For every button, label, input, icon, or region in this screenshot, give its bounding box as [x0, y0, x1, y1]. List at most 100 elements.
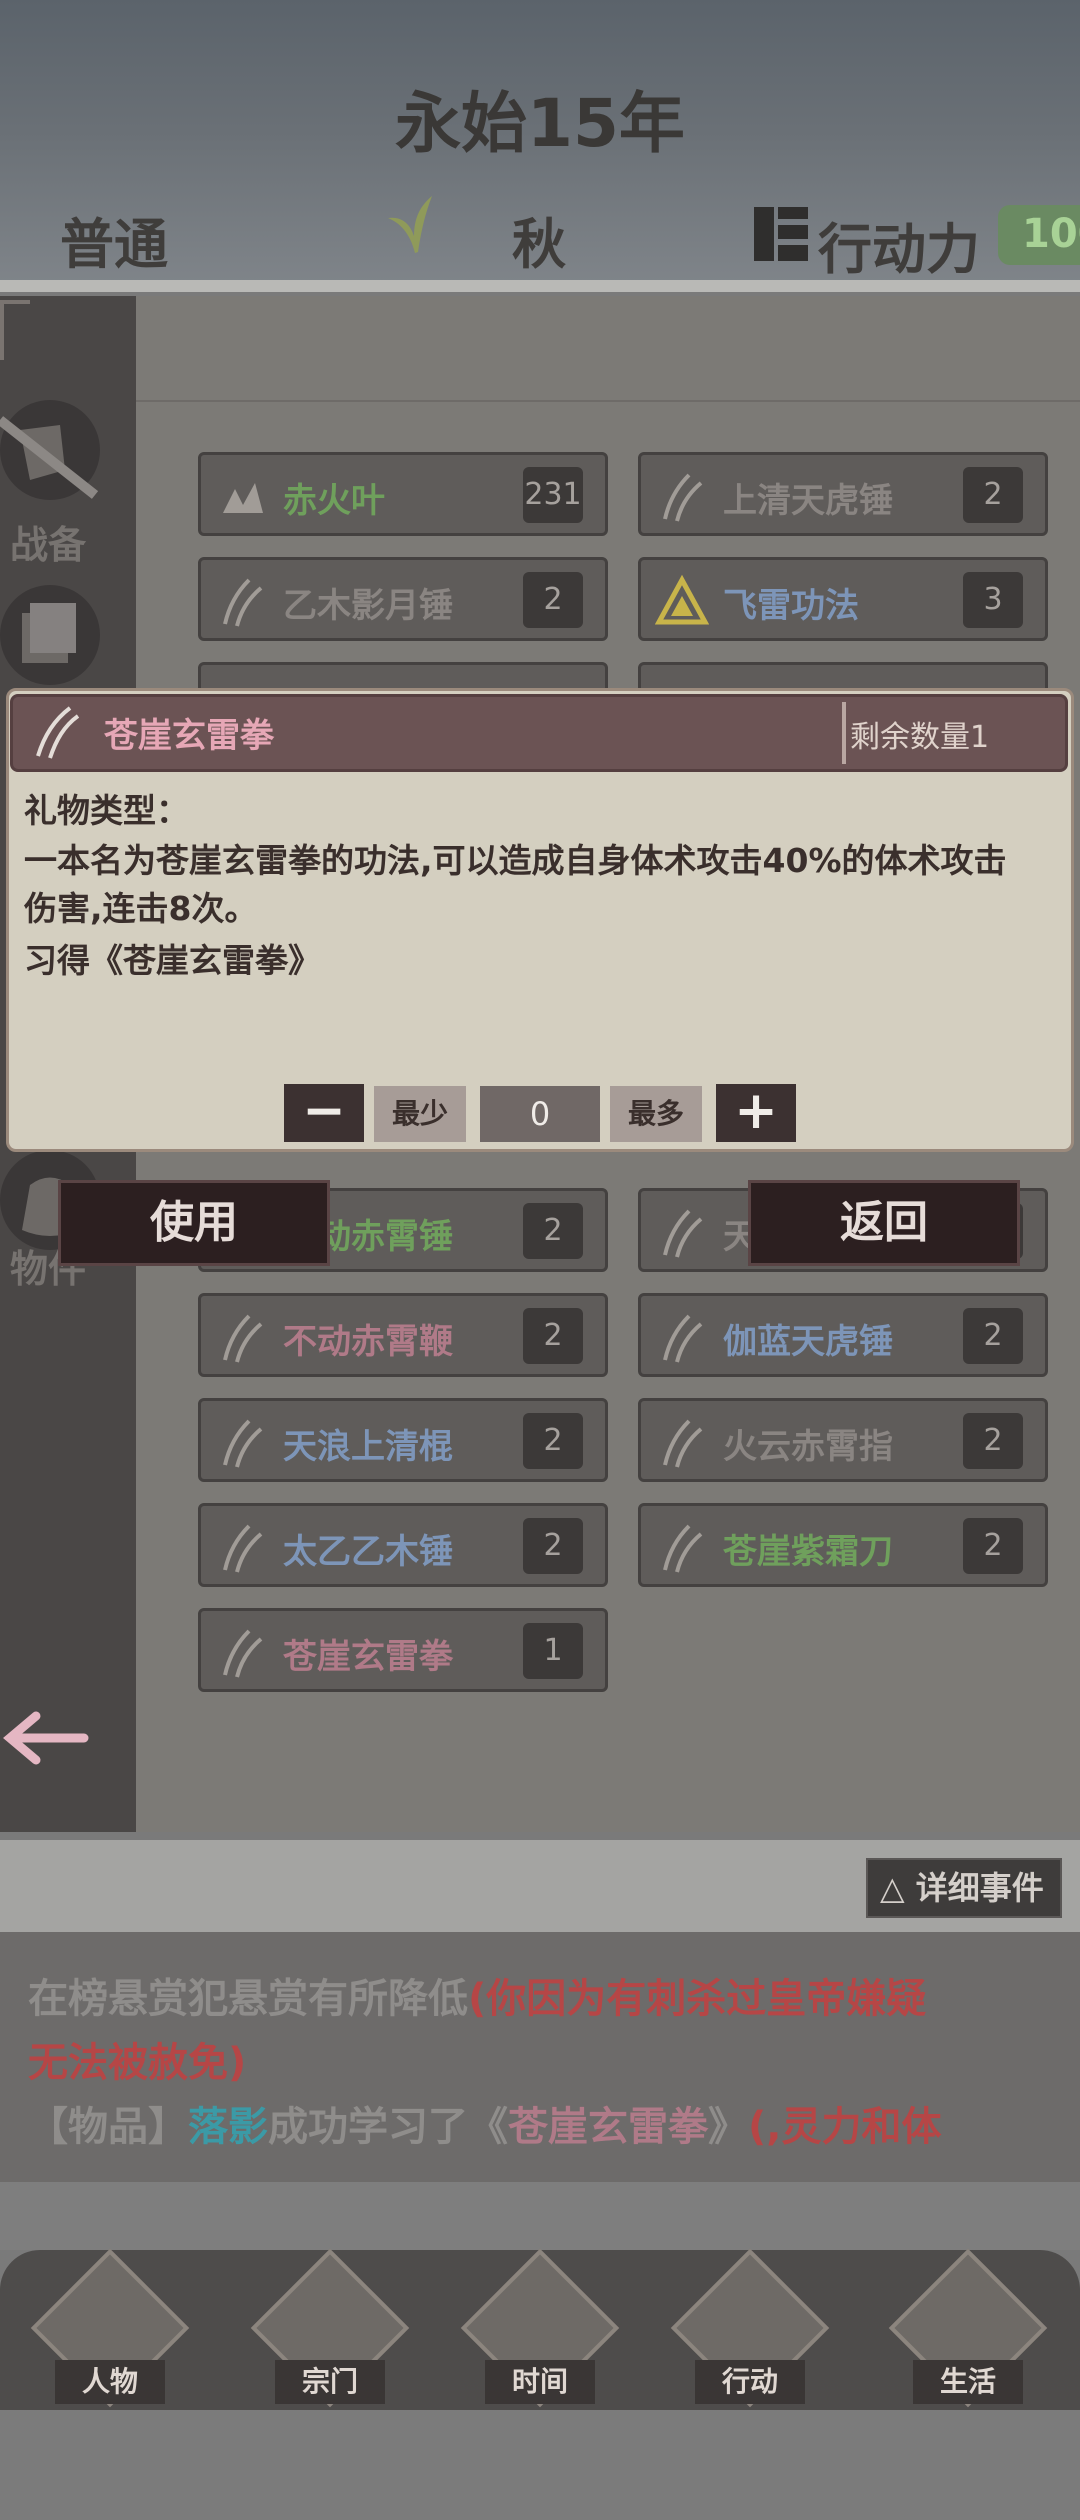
- claw-mark-icon: [655, 1310, 709, 1364]
- bottom-nav-person[interactable]: 人物: [30, 2248, 190, 2412]
- bottom-nav-label: 时间: [485, 2360, 595, 2404]
- log-text: 在榜悬赏犯悬赏有所降低: [28, 1976, 468, 2022]
- item-name: 伽蓝天虎锤: [723, 1322, 893, 1362]
- item-name: 天浪上清棍: [283, 1427, 453, 1467]
- nav-item-cards[interactable]: [0, 585, 100, 685]
- item-slot[interactable]: 乙木影月锤 2: [198, 557, 608, 641]
- nav-corner-ornament: [0, 300, 30, 360]
- item-count: 2: [963, 1413, 1023, 1469]
- claw-mark-icon: [215, 574, 269, 628]
- bottom-nav-incense[interactable]: 时间: [460, 2248, 620, 2412]
- claw-mark-icon: [215, 1520, 269, 1574]
- nav-item-equipment[interactable]: [0, 400, 100, 500]
- item-slot[interactable]: 太乙乙木锤 2: [198, 1503, 608, 1587]
- claw-mark-icon: [215, 1310, 269, 1364]
- dialog-title: 苍崖玄雷拳: [104, 716, 274, 756]
- back-button[interactable]: 返回: [748, 1180, 1020, 1266]
- item-name: 乙木影月锤: [283, 586, 453, 626]
- claw-mark-icon: [215, 1415, 269, 1469]
- bottom-nav-label: 宗门: [275, 2360, 385, 2404]
- claw-mark-icon: [36, 706, 80, 759]
- item-count: 2: [523, 1203, 583, 1259]
- events-gap: [0, 2182, 1080, 2250]
- claw-mark-icon: [655, 469, 709, 523]
- log-text: 》: [708, 2104, 748, 2150]
- item-slot[interactable]: 苍崖玄雷拳 1: [198, 1608, 608, 1692]
- quantity-field[interactable]: 0: [480, 1086, 600, 1142]
- item-count: 2: [523, 1413, 583, 1469]
- season-leaf-icon: [388, 196, 432, 253]
- bottom-nav-label: 人物: [55, 2360, 165, 2404]
- log-warning-text: (你因为有刺杀过皇帝嫌疑: [468, 1976, 927, 2022]
- log-line-1: 在榜悬赏犯悬赏有所降低(你因为有刺杀过皇帝嫌疑: [28, 1966, 926, 2024]
- log-character: 落影: [188, 2104, 268, 2150]
- header-divider: [0, 280, 1080, 292]
- item-name: 苍崖紫霜刀: [723, 1532, 893, 1572]
- sword-shield-icon: [0, 416, 99, 499]
- log-warning-text: (,灵力和体: [748, 2104, 942, 2150]
- claw-mark-icon: [655, 1415, 709, 1469]
- increase-button[interactable]: +: [716, 1084, 796, 1142]
- item-name: 太乙乙木锤: [283, 1532, 453, 1572]
- claw-mark-icon: [215, 1625, 269, 1679]
- item-slot[interactable]: 上清天虎锤 2: [638, 452, 1048, 536]
- item-name: 上清天虎锤: [723, 481, 893, 521]
- warning-triangle-icon: [654, 574, 710, 628]
- item-slot[interactable]: 飞雷功法 3: [638, 557, 1048, 641]
- bottom-nav-label: 生活: [913, 2360, 1023, 2404]
- back-arrow-icon[interactable]: [0, 1708, 90, 1768]
- detail-events-button[interactable]: △ 详细事件: [866, 1858, 1062, 1918]
- effect-text: 习得《苍崖玄雷拳》: [24, 941, 321, 980]
- item-name: 赤火叶: [283, 481, 385, 521]
- use-button[interactable]: 使用: [58, 1180, 330, 1266]
- bottom-base: [0, 2410, 1080, 2520]
- item-count: 2: [963, 1518, 1023, 1574]
- bottom-nav-gate[interactable]: 宗门: [250, 2248, 410, 2412]
- cards-icon: [22, 603, 76, 663]
- log-tag: 【物品】: [28, 2104, 188, 2150]
- description-line-2: 伤害,连击8次。: [24, 889, 258, 928]
- max-button[interactable]: 最多: [610, 1086, 702, 1142]
- nav-label-equipment: 战备: [10, 523, 87, 567]
- item-name: 火云赤霄指: [723, 1427, 893, 1467]
- title-separator: [842, 702, 846, 764]
- action-points-label: 行动力: [818, 218, 980, 281]
- action-points-icon: [754, 207, 808, 261]
- bottom-nav-label: 行动: [695, 2360, 805, 2404]
- item-count: 2: [523, 572, 583, 628]
- item-count: 3: [963, 572, 1023, 628]
- log-line-3: 【物品】落影成功学习了《苍崖玄雷拳》(,灵力和体: [28, 2094, 941, 2152]
- log-text: 成功学习了《: [268, 2104, 508, 2150]
- item-count: 2: [963, 1308, 1023, 1364]
- gift-type-label: 礼物类型：: [24, 791, 189, 830]
- bottom-nav-landscape[interactable]: 生活: [888, 2248, 1048, 2412]
- herb-leaf-icon: [215, 469, 269, 523]
- min-button[interactable]: 最少: [374, 1086, 466, 1142]
- item-slot[interactable]: 天浪上清棍 2: [198, 1398, 608, 1482]
- item-count: 1: [523, 1623, 583, 1679]
- item-name: 飞雷功法: [723, 586, 859, 626]
- log-line-2: 无法被赦免): [28, 2040, 247, 2086]
- item-slot[interactable]: 伽蓝天虎锤 2: [638, 1293, 1048, 1377]
- year-title: 永始15年: [395, 85, 685, 162]
- item-slot[interactable]: 苍崖紫霜刀 2: [638, 1503, 1048, 1587]
- bottom-nav-reading-person[interactable]: 行动: [670, 2248, 830, 2412]
- item-name: 不动赤霄鞭: [283, 1322, 453, 1362]
- description-line-1: 一本名为苍崖玄雷拳的功法,可以造成自身体术攻击40%的体术攻击: [24, 841, 1007, 880]
- item-name: 苍崖玄雷拳: [283, 1637, 453, 1677]
- decrease-button[interactable]: −: [284, 1084, 364, 1142]
- item-count: 231: [523, 467, 583, 523]
- claw-mark-icon: [655, 1205, 709, 1259]
- log-skill-name: 苍崖玄雷拳: [508, 2104, 708, 2150]
- panel-divider: [136, 400, 1080, 402]
- claw-mark-icon: [655, 1520, 709, 1574]
- item-count: 2: [523, 1308, 583, 1364]
- difficulty-label: 普通: [60, 213, 168, 276]
- action-points-value: 100: [998, 205, 1080, 265]
- remaining-count: 剩余数量1: [850, 720, 990, 755]
- item-slot[interactable]: 火云赤霄指 2: [638, 1398, 1048, 1482]
- item-count: 2: [523, 1518, 583, 1574]
- item-slot[interactable]: 赤火叶 231: [198, 452, 608, 536]
- season-label: 秋: [512, 213, 566, 276]
- item-slot[interactable]: 不动赤霄鞭 2: [198, 1293, 608, 1377]
